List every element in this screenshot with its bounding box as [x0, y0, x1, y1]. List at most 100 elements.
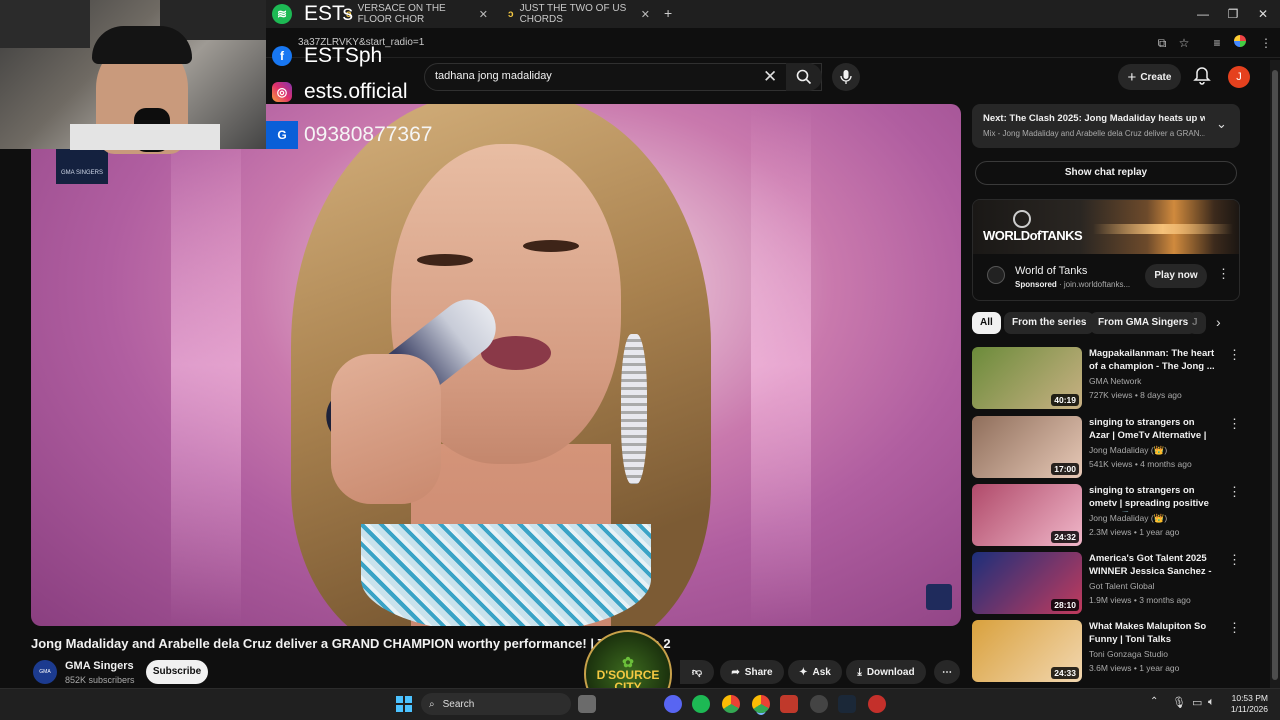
- download-button[interactable]: ⤓ Download: [846, 660, 926, 684]
- video-duration: 24:33: [1051, 667, 1079, 679]
- recommended-channel-name[interactable]: Got Talent Global: [1089, 581, 1155, 591]
- close-tab-icon[interactable]: ✕: [641, 8, 650, 21]
- voice-search-button[interactable]: [832, 63, 860, 91]
- volume-icon[interactable]: 🔈︎: [1208, 696, 1215, 709]
- recommended-video-title[interactable]: singing to strangers on ometv | spreadin…: [1089, 484, 1217, 512]
- more-vertical-icon[interactable]: ⋮: [1228, 620, 1241, 636]
- stream-overlay: ≋ ESTs f ESTSph ◎ ests.official G 093808…: [0, 0, 432, 154]
- recommended-video-title[interactable]: What Makes Malupiton So Funny | Toni Tal…: [1089, 620, 1217, 646]
- recommended-video[interactable]: 24:32 singing to strangers on ometv | spr…: [972, 484, 1241, 548]
- recommended-video-meta: 727K views • 8 days ago: [1089, 390, 1182, 400]
- task-view-icon[interactable]: [578, 695, 596, 713]
- ask-button[interactable]: ✦ Ask: [788, 660, 842, 684]
- bookmark-star-icon[interactable]: ☆: [1176, 35, 1192, 51]
- close-window-icon[interactable]: ✕: [1250, 4, 1276, 24]
- advertiser-logo-icon: [987, 266, 1005, 284]
- menu-kebab-icon[interactable]: ⋮: [1258, 35, 1274, 51]
- play-now-button[interactable]: Play now: [1145, 264, 1207, 288]
- search-button[interactable]: [786, 63, 822, 91]
- chevron-right-icon[interactable]: ›: [1216, 314, 1221, 330]
- singer-hand: [331, 354, 441, 504]
- account-avatar[interactable]: J: [1228, 66, 1250, 88]
- scrollbar-thumb[interactable]: [1272, 70, 1278, 680]
- spotify-icon: ≋: [272, 4, 292, 24]
- close-tab-icon[interactable]: ✕: [479, 8, 488, 21]
- video-thumbnail[interactable]: 24:32: [972, 484, 1082, 546]
- browser-tab[interactable]: ↄ JUST THE TWO OF US CHORDS ✕: [500, 3, 658, 25]
- restore-icon[interactable]: ❐: [1220, 4, 1246, 24]
- gcash-icon: G: [272, 125, 292, 145]
- channel-name[interactable]: GMA Singers: [65, 660, 134, 672]
- youtube-app-icon[interactable]: [868, 695, 886, 713]
- chrome-active-icon[interactable]: [752, 695, 770, 713]
- more-vertical-icon[interactable]: ⋮: [1228, 552, 1241, 568]
- recommended-channel-name[interactable]: GMA Network: [1089, 376, 1141, 386]
- clear-search-icon[interactable]: ✕: [763, 67, 777, 87]
- taskbar-search-box[interactable]: ⌕ Search: [421, 693, 571, 715]
- profile-icon[interactable]: [1232, 35, 1248, 51]
- singer-eye: [417, 254, 473, 266]
- chip-from-gma-singers[interactable]: From GMA Singers: [1090, 312, 1197, 334]
- chrome-icon[interactable]: [722, 695, 740, 713]
- recommended-video-title[interactable]: singing to strangers on Azar | OmeTv Alt…: [1089, 416, 1217, 444]
- notifications-bell-icon[interactable]: [1192, 66, 1212, 86]
- minimize-icon[interactable]: —: [1190, 4, 1216, 24]
- recommended-video[interactable]: 24:33 What Makes Malupiton So Funny | Ton…: [972, 620, 1241, 684]
- up-next-mix-panel[interactable]: Next: The Clash 2025: Jong Madaliday hea…: [972, 104, 1240, 148]
- chip-partial[interactable]: J: [1188, 312, 1206, 334]
- share-button[interactable]: ➦ Share: [720, 660, 784, 684]
- more-horizontal-icon: ⋯: [942, 666, 952, 678]
- mic-tray-icon[interactable]: 🎙︎: [1172, 696, 1186, 709]
- video-thumbnail[interactable]: 40:19: [972, 347, 1082, 409]
- sponsored-ad-card[interactable]: WORLDofTANKS World of Tanks Sponsored · …: [972, 199, 1240, 301]
- spotify-taskbar-icon[interactable]: [692, 695, 710, 713]
- ad-banner[interactable]: WORLDofTANKS: [973, 200, 1239, 254]
- create-button[interactable]: + Create: [1118, 64, 1181, 90]
- ad-title[interactable]: World of Tanks: [1015, 265, 1087, 277]
- windows-start-icon[interactable]: [396, 696, 412, 712]
- steam-icon[interactable]: [838, 695, 856, 713]
- video-thumbnail[interactable]: 17:00: [972, 416, 1082, 478]
- show-chat-replay-button[interactable]: Show chat replay: [975, 161, 1237, 185]
- video-thumbnail[interactable]: 28:10: [972, 552, 1082, 614]
- recommended-video-title[interactable]: Magpakailanman: The heart of a champion …: [1089, 347, 1217, 373]
- video-title: Jong Madaliday and Arabelle dela Cruz de…: [31, 636, 671, 651]
- install-app-icon[interactable]: ⧉: [1154, 35, 1170, 51]
- search-input[interactable]: [435, 70, 755, 82]
- more-vertical-icon[interactable]: ⋮: [1217, 266, 1230, 282]
- gma-singers-logo: GMA SINGERS: [56, 148, 108, 184]
- recommended-video[interactable]: 40:19 Magpakailanman: The heart of a cham…: [972, 347, 1241, 411]
- chevron-up-icon[interactable]: ⌃: [1150, 696, 1158, 707]
- chip-from-the-series[interactable]: From the series: [1004, 312, 1095, 334]
- facebook-handle: f ESTSph: [266, 42, 382, 70]
- video-thumbnail[interactable]: 24:33: [972, 620, 1082, 682]
- channel-avatar[interactable]: GMA SINGERS: [33, 660, 57, 699]
- recommended-video[interactable]: 28:10 America's Got Talent 2025 WINNER Je…: [972, 552, 1241, 616]
- recommended-video-title[interactable]: America's Got Talent 2025 WINNER Jessica…: [1089, 552, 1217, 580]
- recommended-channel-name[interactable]: Jong Madaliday (👑): [1089, 445, 1167, 456]
- windows-taskbar: [0, 688, 1280, 720]
- media-control-icon[interactable]: ≡: [1209, 35, 1225, 51]
- discord-icon[interactable]: [664, 695, 682, 713]
- recommended-video[interactable]: 17:00 singing to strangers on Azar | OmeT…: [972, 416, 1241, 480]
- more-vertical-icon[interactable]: ⋮: [1228, 484, 1241, 500]
- voicemeeter-icon[interactable]: [780, 695, 798, 713]
- video-player[interactable]: [31, 104, 961, 626]
- network-icon[interactable]: ▭: [1192, 696, 1202, 709]
- more-vertical-icon[interactable]: ⋮: [1228, 347, 1241, 363]
- new-tab-icon[interactable]: +: [664, 5, 672, 21]
- jeweled-necklace: [361, 524, 651, 626]
- chip-all[interactable]: All: [972, 312, 1001, 334]
- obs-icon[interactable]: [810, 695, 828, 713]
- search-box[interactable]: ✕: [424, 63, 822, 91]
- more-actions-button[interactable]: ⋯: [934, 660, 960, 684]
- subscribe-button[interactable]: Subscribe: [146, 660, 208, 684]
- recommended-channel-name[interactable]: Toni Gonzaga Studio: [1089, 649, 1168, 659]
- channel-watermark-icon[interactable]: [926, 584, 952, 610]
- more-vertical-icon[interactable]: ⋮: [1228, 416, 1241, 432]
- recommended-channel-name[interactable]: Jong Madaliday (👑): [1089, 513, 1167, 524]
- dislike-button[interactable]: 👎︎: [680, 660, 714, 684]
- recommended-video-meta: 3.6M views • 1 year ago: [1089, 663, 1180, 673]
- taskbar-clock[interactable]: 10:53 PM 1/11/2026: [1222, 693, 1268, 715]
- chevron-down-icon[interactable]: ⌄: [1216, 116, 1227, 132]
